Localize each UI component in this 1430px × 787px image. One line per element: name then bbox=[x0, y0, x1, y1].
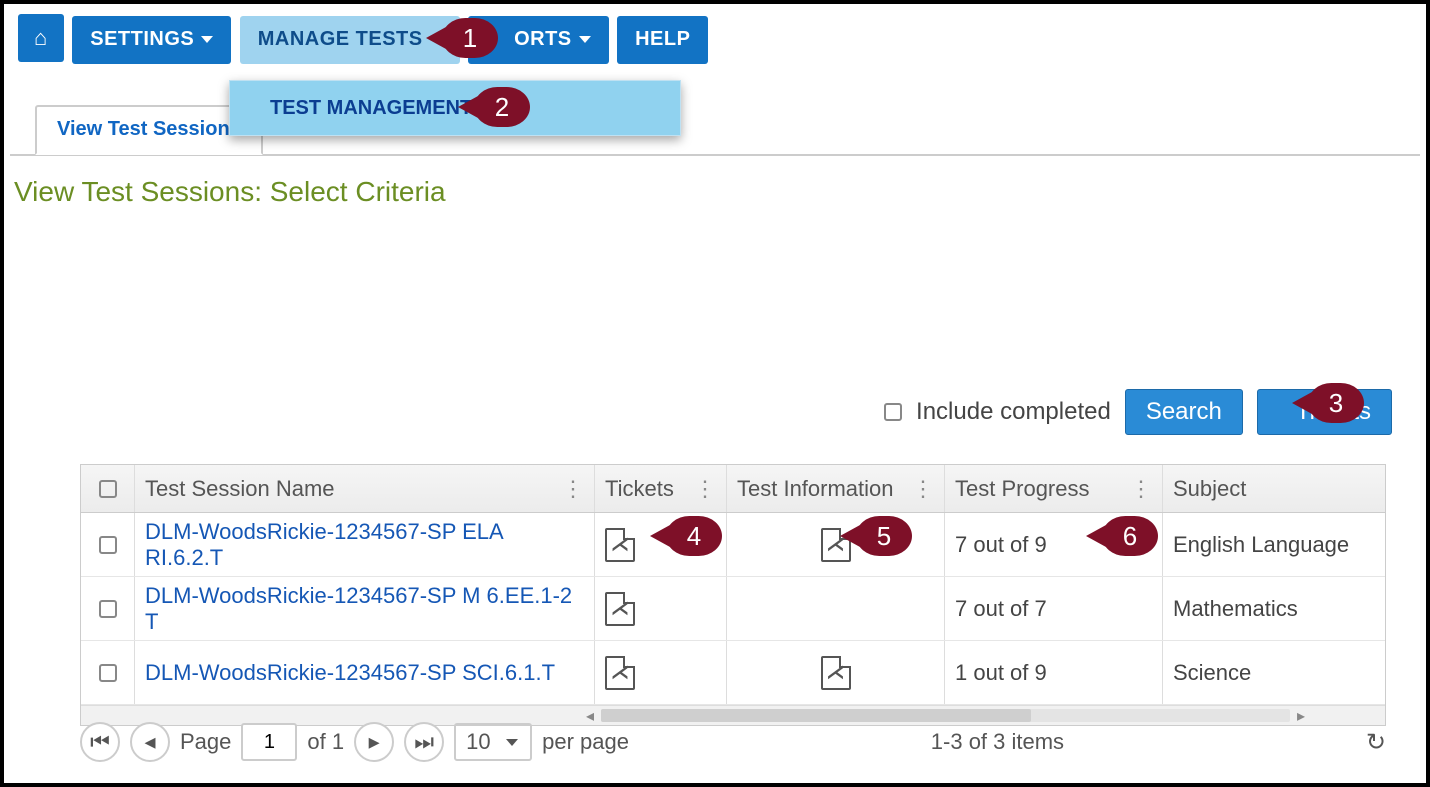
row-checkbox[interactable] bbox=[99, 536, 117, 554]
callout-3: 3 bbox=[1308, 383, 1364, 423]
col-name[interactable]: Test Session Name bbox=[145, 476, 335, 502]
callout-1: 1 bbox=[442, 18, 498, 58]
callout-4: 4 bbox=[666, 516, 722, 556]
pdf-icon[interactable]: ⋌ bbox=[605, 528, 635, 562]
sessions-table: Test Session Name ⋮ Tickets ⋮ Test Infor… bbox=[80, 464, 1386, 726]
pager-page-input[interactable] bbox=[241, 723, 297, 761]
nav-settings-label: SETTINGS bbox=[90, 28, 194, 51]
session-link[interactable]: DLM-WoodsRickie-1234567-SP ELA RI.6.2.T bbox=[145, 519, 584, 571]
subject-text: Mathematics bbox=[1173, 596, 1298, 622]
table-row: DLM-WoodsRickie-1234567-SP ELA RI.6.2.T … bbox=[81, 513, 1385, 577]
pager-first-button[interactable]: ⏮ bbox=[80, 722, 120, 762]
item-count: 1-3 of 3 items bbox=[931, 729, 1064, 755]
session-link[interactable]: DLM-WoodsRickie-1234567-SP SCI.6.1.T bbox=[145, 660, 555, 686]
home-icon: ⌂ bbox=[34, 25, 48, 51]
column-menu-icon[interactable]: ⋮ bbox=[694, 476, 716, 502]
nav-help[interactable]: HELP bbox=[617, 16, 708, 64]
pdf-icon[interactable]: ⋌ bbox=[605, 656, 635, 690]
progress-text: 7 out of 9 bbox=[955, 532, 1047, 558]
top-nav: ⌂ SETTINGS MANAGE TESTS ORTS HELP bbox=[10, 10, 1420, 64]
chevron-down-icon bbox=[579, 36, 591, 43]
pager-next-button[interactable]: ▸ bbox=[354, 722, 394, 762]
table-header: Test Session Name ⋮ Tickets ⋮ Test Infor… bbox=[81, 465, 1385, 513]
table-row: DLM-WoodsRickie-1234567-SP M 6.EE.1-2 T … bbox=[81, 577, 1385, 641]
pager-prev-button[interactable]: ◂ bbox=[130, 722, 170, 762]
pdf-icon[interactable]: ⋌ bbox=[605, 592, 635, 626]
pager-of-label: of 1 bbox=[307, 729, 344, 755]
col-progress[interactable]: Test Progress bbox=[955, 476, 1090, 502]
callout-2: 2 bbox=[474, 87, 530, 127]
table-row: DLM-WoodsRickie-1234567-SP SCI.6.1.T ⋌ ⋌… bbox=[81, 641, 1385, 705]
dropdown-item-test-management[interactable]: TEST MANAGEMENT bbox=[270, 97, 472, 120]
pdf-icon[interactable]: ⋌ bbox=[821, 656, 851, 690]
col-subject[interactable]: Subject bbox=[1173, 476, 1246, 502]
progress-text: 1 out of 9 bbox=[955, 660, 1047, 686]
session-link[interactable]: DLM-WoodsRickie-1234567-SP M 6.EE.1-2 T bbox=[145, 583, 584, 635]
page-size-value: 10 bbox=[466, 729, 490, 755]
select-all-checkbox[interactable] bbox=[99, 480, 117, 498]
nav-reports-label: ORTS bbox=[514, 28, 572, 51]
subject-text: Science bbox=[1173, 660, 1251, 686]
nav-help-label: HELP bbox=[635, 28, 690, 51]
callout-5: 5 bbox=[856, 516, 912, 556]
page-title: View Test Sessions: Select Criteria bbox=[10, 156, 1420, 228]
column-menu-icon[interactable]: ⋮ bbox=[562, 476, 584, 502]
row-checkbox[interactable] bbox=[99, 600, 117, 618]
column-menu-icon[interactable]: ⋮ bbox=[912, 476, 934, 502]
page-size-select[interactable]: 10 bbox=[454, 723, 532, 761]
pager-last-button[interactable]: ⏭ bbox=[404, 722, 444, 762]
row-checkbox[interactable] bbox=[99, 664, 117, 682]
manage-tests-dropdown: TEST MANAGEMENT bbox=[229, 80, 681, 136]
pager-page-label: Page bbox=[180, 729, 231, 755]
tab-label: View Test Sessions bbox=[57, 118, 241, 141]
include-completed-checkbox[interactable] bbox=[884, 403, 902, 421]
callout-6: 6 bbox=[1102, 516, 1158, 556]
refresh-icon[interactable]: ↻ bbox=[1366, 728, 1386, 757]
search-button[interactable]: Search bbox=[1125, 389, 1243, 435]
column-menu-icon[interactable]: ⋮ bbox=[1130, 476, 1152, 502]
col-info[interactable]: Test Information bbox=[737, 476, 894, 502]
nav-home[interactable]: ⌂ bbox=[18, 14, 64, 62]
subject-text: English Language bbox=[1173, 532, 1349, 558]
nav-settings[interactable]: SETTINGS bbox=[72, 16, 231, 64]
col-tickets[interactable]: Tickets bbox=[605, 476, 674, 502]
pager: ⏮ ◂ Page of 1 ▸ ⏭ 10 per page 1-3 of 3 i… bbox=[80, 722, 1386, 762]
chevron-down-icon bbox=[506, 739, 518, 746]
tab-strip: View Test Sessions bbox=[10, 92, 1420, 156]
per-page-label: per page bbox=[542, 729, 629, 755]
chevron-down-icon bbox=[201, 36, 213, 43]
search-button-label: Search bbox=[1146, 398, 1222, 425]
include-completed-label: Include completed bbox=[916, 398, 1111, 426]
progress-text: 7 out of 7 bbox=[955, 596, 1047, 622]
nav-manage-tests-label: MANAGE TESTS bbox=[258, 28, 423, 51]
